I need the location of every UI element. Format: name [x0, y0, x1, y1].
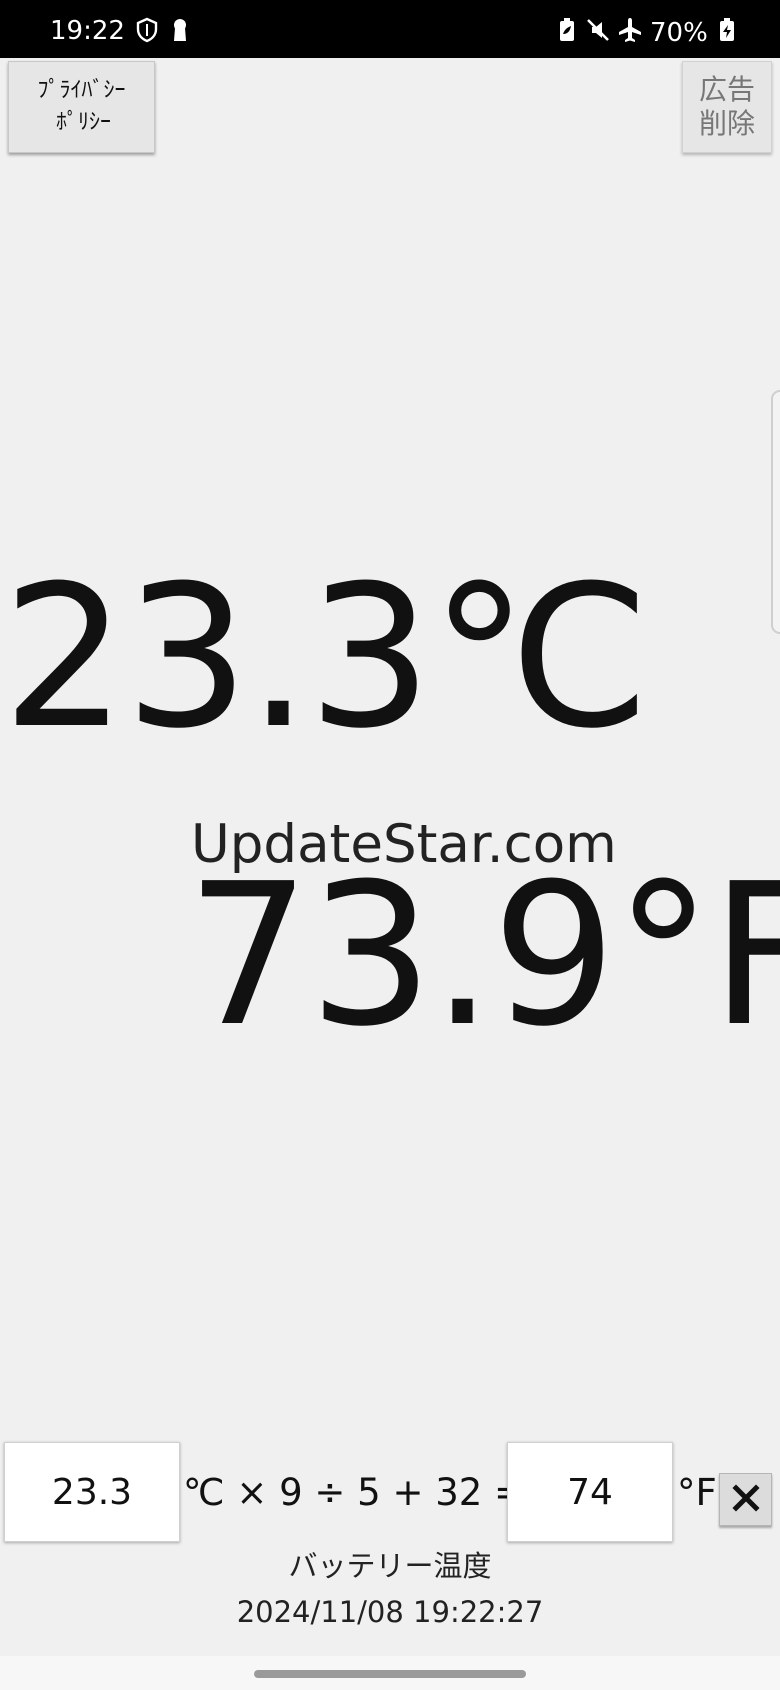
fahrenheit-output[interactable]: 74 — [507, 1442, 673, 1542]
conversion-formula: ℃ × 9 ÷ 5 + 32 = — [183, 1471, 526, 1514]
status-bar: 19:22 70% — [0, 0, 780, 58]
remove-ads-label-line1: 広告 — [698, 73, 755, 107]
airplane-mode-icon — [616, 16, 644, 44]
celsius-display: 23.3℃ — [2, 544, 651, 772]
edge-panel-handle[interactable] — [771, 390, 780, 634]
privacy-policy-button[interactable]: ﾌﾟﾗｲﾊﾞｼｰ ﾎﾟﾘｼｰ — [8, 61, 155, 153]
privacy-policy-label-line1: ﾌﾟﾗｲﾊﾞｼｰ — [37, 78, 126, 104]
fahrenheit-unit-label: °F — [677, 1471, 717, 1514]
privacy-policy-label-line2: ﾎﾟﾘｼｰ — [55, 110, 111, 135]
battery-percent: 70% — [650, 18, 708, 48]
remove-ads-button[interactable]: 広告 削除 — [682, 61, 772, 153]
status-time: 19:22 — [50, 16, 125, 46]
battery-temperature-label: バッテリー温度 — [288, 1549, 492, 1583]
timestamp-label: 2024/11/08 19:22:27 — [236, 1595, 544, 1629]
keyhole-icon — [166, 16, 194, 44]
app-screen: 19:22 70% ﾌﾟﾗｲﾊﾞｼｰ ﾎﾟﾘｼｰ 広告 削除 23.3℃ Upd… — [0, 0, 780, 1690]
mute-icon — [584, 16, 612, 44]
close-icon — [731, 1483, 761, 1517]
fahrenheit-display: 73.9°F — [186, 842, 780, 1070]
battery-saver-icon — [553, 16, 581, 44]
shield-icon — [133, 16, 161, 44]
celsius-input[interactable]: 23.3 — [4, 1442, 180, 1542]
gesture-nav-handle[interactable] — [254, 1670, 526, 1678]
remove-ads-label-line2: 削除 — [698, 107, 755, 140]
battery-charging-icon — [713, 16, 741, 44]
clear-button[interactable] — [719, 1473, 772, 1526]
